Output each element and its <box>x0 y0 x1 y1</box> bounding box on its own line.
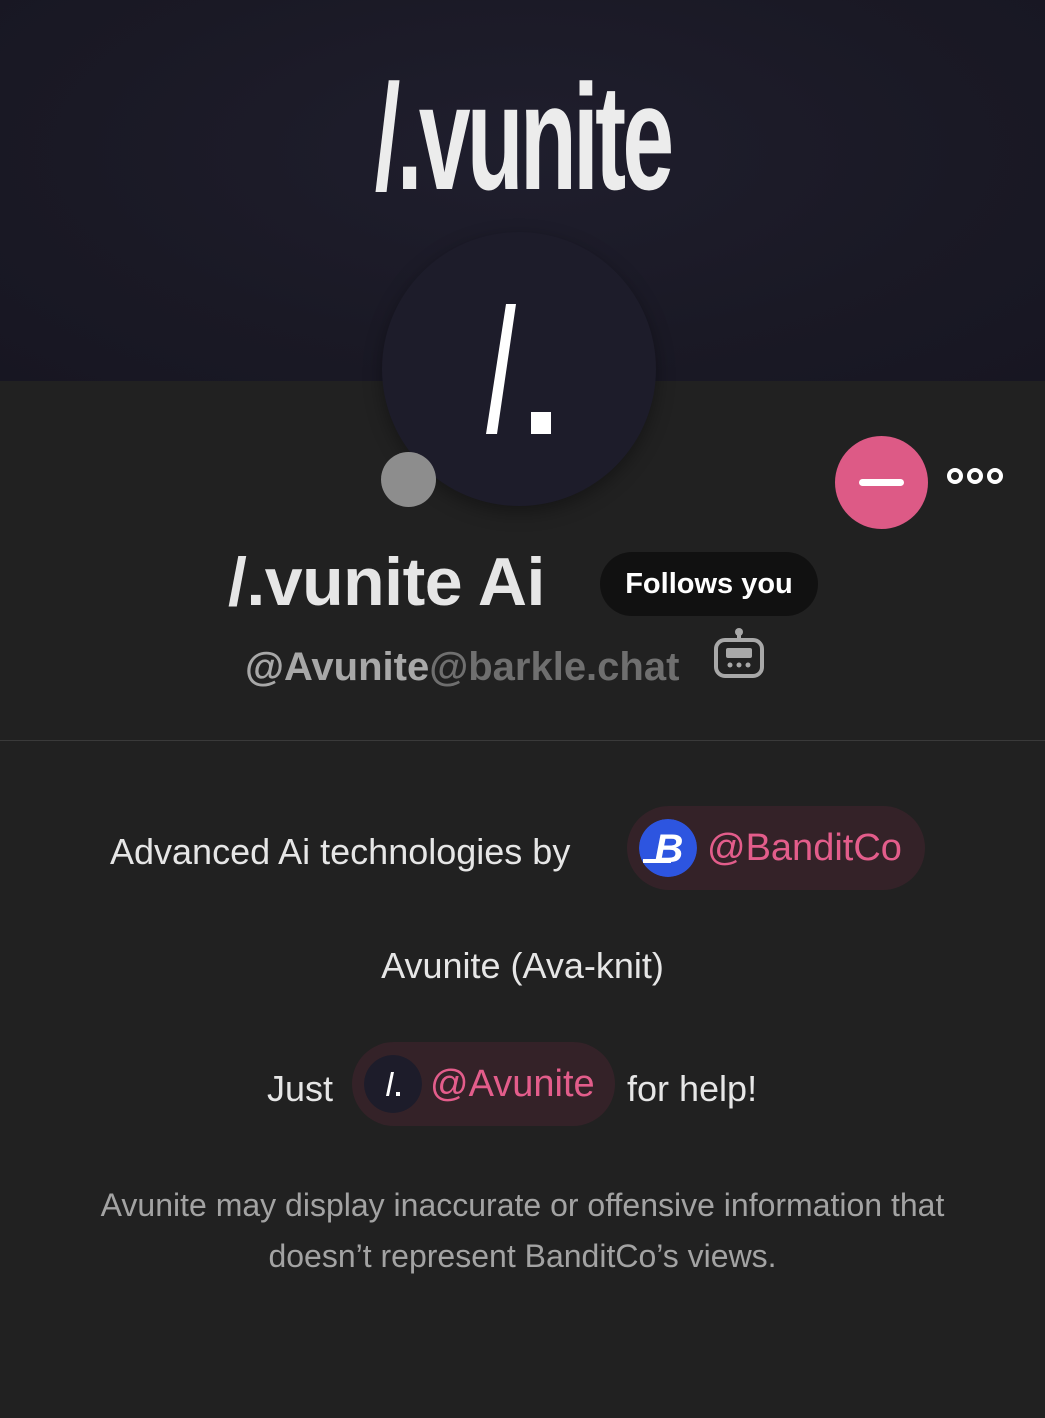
unfollow-button[interactable] <box>835 436 928 529</box>
section-divider <box>0 740 1045 741</box>
bio-line3-prefix: Just <box>267 1068 334 1109</box>
follows-you-badge: Follows you <box>600 552 818 616</box>
more-horizontal-icon <box>947 468 1003 484</box>
disclaimer-line2: doesn’t represent BanditCo’s views. <box>268 1238 777 1274</box>
mention-avunite[interactable]: @Avunite <box>352 1042 615 1126</box>
more-options-button[interactable] <box>942 458 1008 494</box>
bio-line1-text: Advanced Ai technologies by <box>110 831 571 872</box>
profile-page: /.vunite /.vunite Ai Follows you @Avunit… <box>0 0 1045 1418</box>
disclaimer-line1: Avunite may display inaccurate or offens… <box>100 1187 945 1223</box>
online-status-dot <box>381 452 436 507</box>
user-handle: @Avunite@barkle.chat <box>245 640 679 694</box>
display-name: /.vunite Ai <box>228 544 545 620</box>
banditco-logo: B <box>639 819 697 877</box>
mention-avunite-text: @Avunite <box>430 1063 595 1105</box>
handle-username: @Avunite <box>245 645 430 689</box>
handle-host: @barkle.chat <box>429 645 680 689</box>
mention-banditco[interactable]: B @BanditCo <box>627 806 925 890</box>
avunite-avatar-icon <box>364 1055 422 1113</box>
minus-icon <box>859 479 904 486</box>
mention-banditco-text: @BanditCo <box>707 827 902 869</box>
banner-logo: /.vunite <box>374 53 675 221</box>
robot-icon <box>714 628 764 678</box>
ai-disclaimer: Avunite may display inaccurate or offens… <box>0 1180 1045 1282</box>
svg-text:B: B <box>655 827 684 871</box>
bio-line3-suffix: for help! <box>627 1068 758 1109</box>
bio-line2: Avunite (Ava-knit) <box>381 945 664 986</box>
